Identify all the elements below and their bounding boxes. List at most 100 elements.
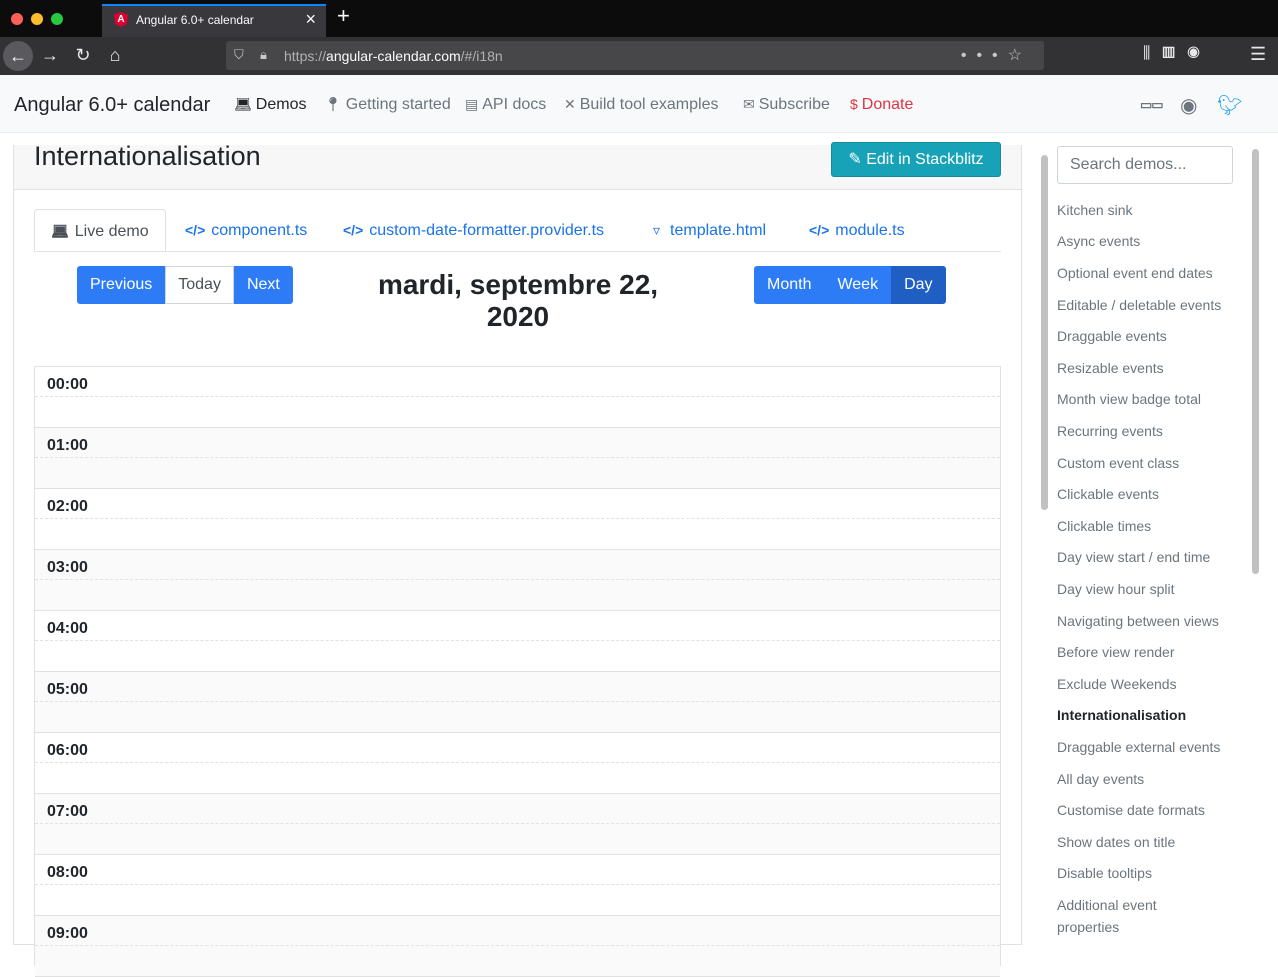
close-tab-icon[interactable]: ×	[305, 9, 316, 30]
demo-card: Internationalisation ✎ Edit in Stackblit…	[13, 141, 1022, 977]
nav-build-tool-examples[interactable]: ✕ Build tool examples	[564, 96, 718, 114]
browser-tab-active[interactable]: A Angular 6.0+ calendar ×	[102, 4, 326, 37]
address-bar[interactable]: ⛉ 🔒︎ https://angular-calendar.com/#/i18n…	[226, 41, 1044, 70]
half-hour-divider	[35, 945, 1000, 946]
edit-in-stackblitz-button[interactable]: ✎ Edit in Stackblitz	[831, 142, 1001, 177]
tab-live-demo[interactable]: 💻︎ Live demo	[34, 209, 166, 251]
nav-demos[interactable]: 💻︎ Demos	[234, 96, 306, 114]
sidebar-demo-link[interactable]: Day view hour split	[1057, 581, 1175, 597]
previous-button[interactable]: Previous	[77, 266, 166, 304]
sidebar-demo-link[interactable]: Internationalisation	[1057, 707, 1186, 723]
hour-label: 03:00	[47, 559, 88, 576]
sidebar-demo-link[interactable]: Resizable events	[1057, 360, 1164, 376]
sidebar-demo-link[interactable]: Exclude Weekends	[1057, 676, 1177, 692]
nav-api-docs[interactable]: ▤ API docs	[465, 96, 546, 114]
minimize-window-button[interactable]	[31, 13, 43, 25]
month-view-button[interactable]: Month	[754, 266, 825, 304]
home-icon[interactable]: ⌂	[103, 44, 127, 66]
half-hour-divider	[35, 518, 1000, 519]
hour-label: 02:00	[47, 498, 88, 515]
hour-row[interactable]: 00:00	[35, 367, 1000, 428]
week-view-button[interactable]: Week	[824, 266, 892, 304]
laptop-icon: 💻︎	[51, 223, 69, 239]
url-text[interactable]: https://angular-calendar.com/#/i18n	[284, 48, 503, 64]
sidebar-demo-link[interactable]: Disable tooltips	[1057, 865, 1152, 881]
hamburger-menu-icon[interactable]: ☰	[1250, 44, 1266, 65]
hour-row[interactable]: 07:00	[35, 794, 1000, 855]
browser-tab-bar: A Angular 6.0+ calendar × +	[0, 0, 1278, 37]
tab-module-ts[interactable]: </> module.ts	[809, 209, 905, 251]
tools-icon: ✕	[564, 96, 576, 112]
sidebar-demo-link[interactable]: Additional event	[1057, 897, 1157, 913]
sidebar-demo-link[interactable]: Custom event class	[1057, 455, 1179, 471]
sidebar-demo-link[interactable]: Navigating between views	[1057, 613, 1219, 629]
half-hour-divider	[35, 457, 1000, 458]
library-icon[interactable]: ⫼▥◉	[1143, 45, 1212, 63]
hour-row[interactable]: 01:00	[35, 428, 1000, 489]
view-switch-buttons: Month Week Day	[754, 266, 946, 304]
next-button[interactable]: Next	[233, 266, 293, 304]
nav-subscribe[interactable]: ✉ Subscribe	[743, 96, 830, 114]
sidebar-demo-link[interactable]: Editable / deletable events	[1057, 297, 1221, 313]
sidebar-demo-link[interactable]: Month view badge total	[1057, 391, 1201, 407]
hour-row[interactable]: 05:00	[35, 672, 1000, 733]
sidebar-demo-link[interactable]: Clickable events	[1057, 486, 1159, 502]
shield-icon[interactable]: ⛉	[234, 47, 244, 63]
back-arrow-icon[interactable]: ←	[3, 41, 33, 71]
hour-row[interactable]: 08:00	[35, 855, 1000, 916]
today-button[interactable]: Today	[165, 266, 234, 304]
sidebar-demo-link[interactable]: Async events	[1057, 233, 1140, 249]
site-brand[interactable]: Angular 6.0+ calendar	[14, 94, 210, 117]
sidebar-demo-link[interactable]: Recurring events	[1057, 423, 1163, 439]
sidebar-demo-link[interactable]: Kitchen sink	[1057, 202, 1132, 218]
zoom-window-button[interactable]	[51, 13, 63, 25]
github-icon[interactable]: ◉	[1180, 93, 1197, 118]
new-tab-icon[interactable]: +	[337, 3, 350, 29]
hour-row[interactable]: 03:00	[35, 550, 1000, 611]
half-hour-divider	[35, 762, 1000, 763]
sidebar-demo-link[interactable]: Day view start / end time	[1057, 549, 1210, 565]
reload-icon[interactable]: ↻	[71, 44, 95, 66]
hour-label: 04:00	[47, 620, 88, 637]
page-actions-icon[interactable]: •••☆	[961, 45, 1032, 65]
half-hour-divider	[35, 640, 1000, 641]
hour-row[interactable]: 04:00	[35, 611, 1000, 672]
sidebar-demo-link[interactable]: Customise date formats	[1057, 802, 1205, 818]
sidebar-demo-link[interactable]: Clickable times	[1057, 518, 1151, 534]
edit-icon: ✎	[848, 151, 867, 168]
hour-row[interactable]: 09:00	[35, 916, 1000, 977]
sidebar-demo-link[interactable]: Draggable external events	[1057, 739, 1220, 755]
sidebar-demo-link[interactable]: Before view render	[1057, 644, 1175, 660]
date-title-line-2: 2020	[486, 301, 550, 332]
day-view-button[interactable]: Day	[891, 266, 946, 304]
half-hour-divider	[35, 396, 1000, 397]
sidebar-scrollbar[interactable]	[1252, 149, 1259, 574]
twitter-icon[interactable]: 🐦︎	[1217, 93, 1242, 118]
hour-label: 05:00	[47, 681, 88, 698]
nav-donate[interactable]: $ Donate	[850, 96, 913, 114]
source-tabs: 💻︎ Live demo </> component.ts </> custom-da…	[34, 209, 1001, 252]
hour-label: 06:00	[47, 742, 88, 759]
sidebar-demo-link[interactable]: All day events	[1057, 771, 1144, 787]
code-icon: </>	[809, 222, 830, 238]
lock-icon[interactable]: 🔒︎	[260, 47, 267, 63]
half-hour-divider	[35, 823, 1000, 824]
tab-component-ts[interactable]: </> component.ts	[185, 209, 307, 251]
dollar-icon: $	[850, 96, 858, 112]
envelope-icon: ✉	[743, 96, 755, 112]
nav-getting-started[interactable]: 📍︎ Getting started	[324, 96, 451, 114]
hour-row[interactable]: 02:00	[35, 489, 1000, 550]
tab-custom-date-formatter[interactable]: </> custom-date-formatter.provider.ts	[343, 209, 604, 251]
site-navbar: Angular 6.0+ calendar 💻︎ Demos 📍︎ Getting …	[0, 75, 1278, 133]
sidebar-demo-link[interactable]: Show dates on title	[1057, 834, 1175, 850]
sidebar-demo-link[interactable]: Draggable events	[1057, 328, 1167, 344]
pin-icon: 📍︎	[324, 96, 342, 112]
forward-arrow-icon[interactable]: →	[38, 44, 62, 66]
search-demos-input[interactable]	[1057, 146, 1233, 184]
sidebar-demo-link[interactable]: Optional event end dates	[1057, 265, 1213, 281]
tab-template-html[interactable]: ▿ template.html	[653, 209, 766, 251]
npm-icon[interactable]: ▭▭	[1140, 97, 1164, 113]
hour-row[interactable]: 06:00	[35, 733, 1000, 794]
close-window-button[interactable]	[11, 13, 23, 25]
sidebar-demo-link[interactable]: properties	[1057, 919, 1119, 935]
